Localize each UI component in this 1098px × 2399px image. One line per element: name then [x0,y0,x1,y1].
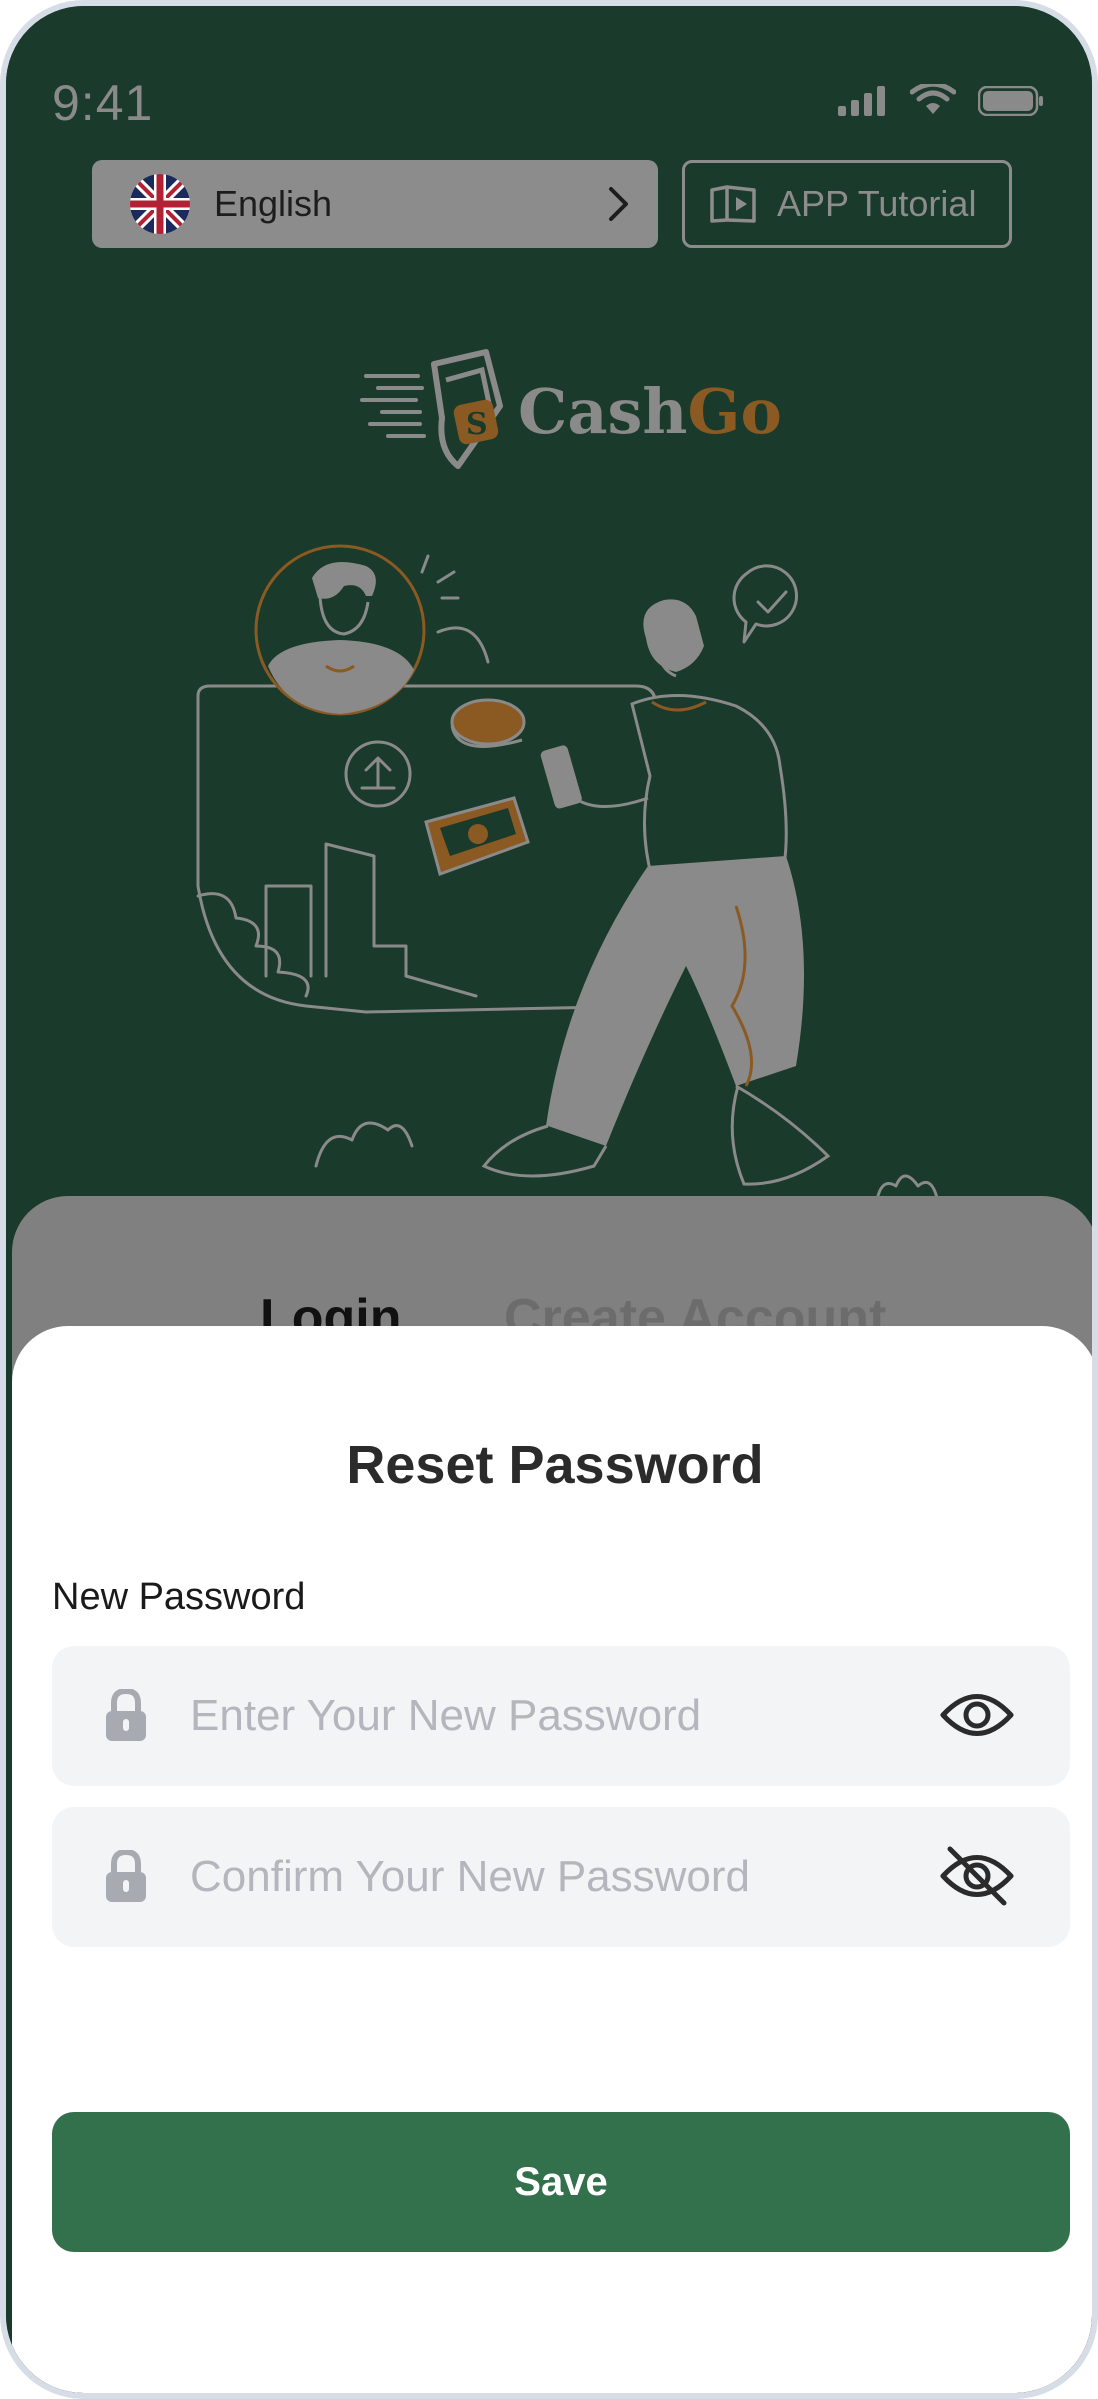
new-password-placeholder: Enter Your New Password [190,1691,702,1740]
cashgo-logo: S CashGo [358,346,782,476]
status-icons [838,84,1044,118]
language-selector-button[interactable]: English [92,160,658,248]
eye-icon[interactable] [940,1684,1014,1746]
confirm-password-placeholder: Confirm Your New Password [190,1852,751,1901]
onboarding-illustration [196,544,940,1208]
battery-icon [978,86,1043,116]
lock-icon [106,1850,146,1902]
status-time: 9:41 [52,75,154,131]
language-label: English [214,183,333,224]
uk-flag-icon [130,174,190,234]
phone-frame: 9:41 English APP Tutorial S CashGo Login… [0,0,1098,2399]
eye-off-icon[interactable] [940,1845,1014,1907]
wifi-icon [910,84,956,114]
new-password-field[interactable]: Enter Your New Password [52,1646,1070,1786]
new-password-label: New Password [52,1576,306,1618]
svg-text:S: S [466,407,488,442]
reset-password-sheet: Reset Password New Password Enter Your N… [12,1326,1092,2393]
sheet-title: Reset Password [346,1435,764,1495]
lock-icon [106,1689,146,1741]
money-wings-icon: S [360,349,503,469]
save-button[interactable]: Save [52,2112,1070,2252]
chevron-right-icon [609,187,628,221]
app-tutorial-button[interactable]: APP Tutorial [682,160,1012,248]
app-tutorial-label: APP Tutorial [777,183,977,224]
confirm-password-field[interactable]: Confirm Your New Password [52,1807,1070,1947]
logo-cash-text: Cash [518,374,688,448]
logo-wordmark: CashGo [518,375,782,448]
signal-icon [838,86,885,116]
book-video-icon [710,185,756,223]
logo-go-text: Go [687,374,782,448]
